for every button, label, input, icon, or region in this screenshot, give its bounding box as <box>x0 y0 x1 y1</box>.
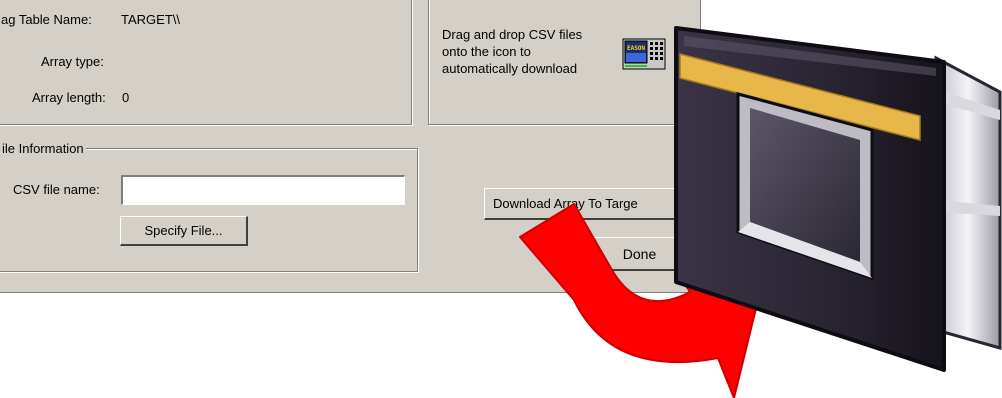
operator-panel-device-icon <box>674 26 1002 372</box>
